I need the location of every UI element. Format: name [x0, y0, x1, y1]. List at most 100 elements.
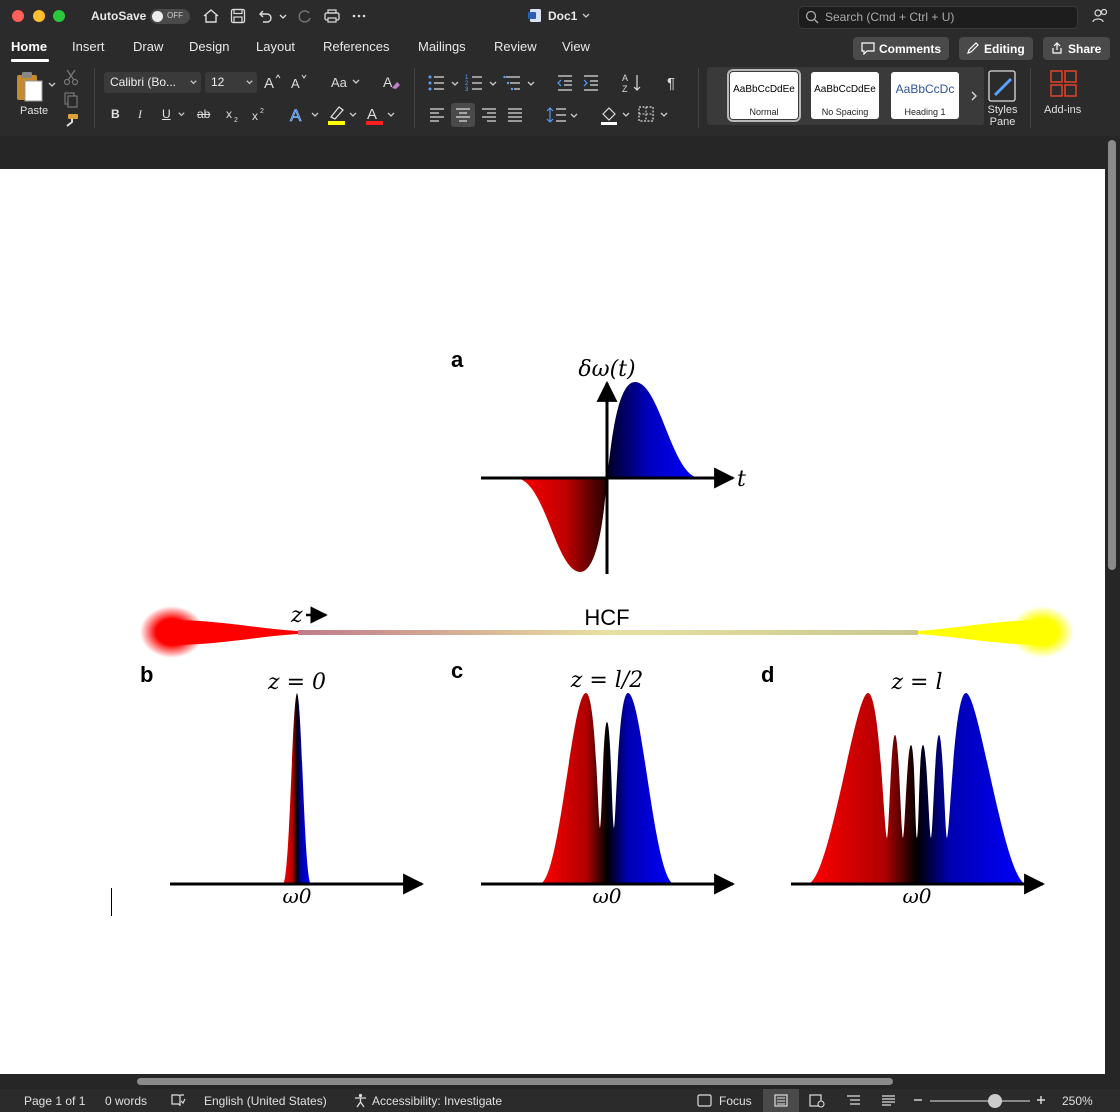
web-layout-icon[interactable] — [809, 1094, 825, 1108]
zoom-slider[interactable] — [930, 1094, 1030, 1108]
panel-d-title: z = l — [890, 670, 942, 695]
minimize-window-button[interactable] — [33, 10, 45, 22]
sort-icon[interactable]: AZ — [622, 72, 644, 94]
print-layout-view-button[interactable] — [763, 1089, 799, 1112]
align-center-button[interactable] — [451, 103, 475, 127]
vertical-scrollbar[interactable] — [1105, 137, 1120, 1074]
paste-icon[interactable] — [14, 69, 46, 103]
accessibility-status[interactable]: Accessibility: Investigate — [372, 1094, 502, 1108]
close-window-button[interactable] — [12, 10, 24, 22]
undo-icon[interactable] — [256, 7, 274, 25]
align-left-icon[interactable] — [428, 106, 446, 124]
focus-icon[interactable] — [697, 1094, 712, 1107]
tab-references[interactable]: References — [323, 39, 389, 54]
t-axis-label: t — [737, 467, 746, 492]
shading-icon[interactable] — [599, 104, 633, 126]
document-page[interactable]: a δω(t) t HCF z b z = 0 ω0 c z = l/2 ω0 … — [0, 169, 1105, 1074]
red-input-taper — [170, 620, 298, 645]
chevron-right-icon[interactable] — [969, 89, 979, 103]
scroll-thumb[interactable] — [1108, 140, 1116, 570]
copy-icon[interactable] — [63, 91, 79, 109]
home-icon[interactable] — [202, 7, 220, 25]
tab-home[interactable]: Home — [11, 39, 47, 54]
outline-view-icon[interactable] — [846, 1094, 861, 1107]
increase-indent-icon[interactable] — [582, 73, 600, 93]
paste-label[interactable]: Paste — [20, 105, 48, 117]
accessibility-icon[interactable] — [353, 1093, 368, 1108]
bullets-icon[interactable] — [427, 73, 461, 93]
line-spacing-icon[interactable] — [546, 105, 580, 125]
autosave-toggle[interactable]: OFF — [150, 9, 190, 24]
tab-insert[interactable]: Insert — [72, 39, 105, 54]
tab-draw[interactable]: Draw — [133, 39, 163, 54]
zoom-out-icon[interactable] — [913, 1095, 923, 1105]
cut-icon[interactable] — [63, 68, 79, 86]
multilevel-list-icon[interactable] — [503, 73, 537, 93]
style-normal[interactable]: AaBbCcDdEe Normal — [727, 69, 801, 122]
page-count[interactable]: Page 1 of 1 — [24, 1094, 85, 1108]
underline-button[interactable]: U — [162, 107, 171, 121]
add-ins-label[interactable]: Add-ins — [1044, 104, 1081, 116]
tab-mailings[interactable]: Mailings — [418, 39, 466, 54]
language[interactable]: English (United States) — [204, 1094, 327, 1108]
focus-mode[interactable]: Focus — [719, 1094, 752, 1108]
redo-icon[interactable] — [296, 7, 314, 25]
save-icon[interactable] — [229, 7, 247, 25]
word-count[interactable]: 0 words — [105, 1094, 147, 1108]
draft-view-icon[interactable] — [881, 1094, 896, 1107]
font-color-icon[interactable]: A — [365, 104, 399, 126]
styles-pane-label[interactable]: Styles Pane — [985, 104, 1020, 128]
tab-view[interactable]: View — [562, 39, 590, 54]
align-right-icon[interactable] — [480, 106, 498, 124]
borders-icon[interactable] — [637, 104, 671, 126]
tab-review[interactable]: Review — [494, 39, 537, 54]
decrease-indent-icon[interactable] — [556, 73, 574, 93]
title-bar: AutoSave OFF Doc1 Search (Cmd + Ctrl + U… — [0, 0, 1120, 32]
chevron-down-icon[interactable] — [581, 7, 591, 25]
chevron-down-icon[interactable] — [47, 80, 57, 90]
yellow-output-taper — [917, 620, 1045, 645]
chevron-down-icon[interactable] — [177, 110, 186, 119]
subscript-icon[interactable]: x2 — [225, 106, 241, 124]
pilcrow-icon[interactable]: ¶ — [666, 73, 682, 93]
highlight-color-icon[interactable] — [326, 104, 360, 126]
style-heading-1[interactable]: AaBbCcDc Heading 1 — [891, 72, 959, 119]
tab-layout[interactable]: Layout — [256, 39, 295, 54]
italic-button[interactable]: I — [138, 107, 142, 122]
format-painter-icon[interactable] — [63, 112, 79, 130]
editing-button[interactable]: Editing — [959, 37, 1033, 60]
grow-font-icon[interactable]: A — [263, 73, 283, 91]
superscript-icon[interactable]: x2 — [251, 106, 267, 124]
pencil-icon — [967, 42, 979, 54]
strikethrough-button[interactable]: ab — [197, 107, 210, 121]
horizontal-scrollbar[interactable] — [0, 1074, 1105, 1088]
comments-button[interactable]: Comments — [853, 37, 949, 60]
justify-icon[interactable] — [506, 106, 524, 124]
add-ins-icon[interactable] — [1049, 69, 1079, 99]
share-people-icon[interactable] — [1091, 7, 1109, 25]
tab-design[interactable]: Design — [189, 39, 229, 54]
style-name: Heading 1 — [904, 107, 946, 117]
search-box[interactable]: Search (Cmd + Ctrl + U) — [798, 6, 1078, 29]
style-no-spacing[interactable]: AaBbCcDdEe No Spacing — [811, 72, 879, 119]
chevron-down-icon[interactable] — [278, 7, 288, 25]
zoom-in-icon[interactable] — [1036, 1095, 1046, 1105]
font-size-select[interactable]: 12 — [205, 72, 257, 93]
more-icon[interactable] — [350, 7, 368, 25]
zoom-window-button[interactable] — [53, 10, 65, 22]
bold-button[interactable]: B — [111, 107, 120, 121]
document-title[interactable]: Doc1 — [548, 9, 577, 23]
print-icon[interactable] — [323, 7, 341, 25]
shrink-font-icon[interactable]: A — [290, 73, 310, 91]
font-name-select[interactable]: Calibri (Bo... — [104, 72, 201, 93]
zoom-slider-thumb[interactable] — [988, 1094, 1002, 1108]
zoom-level[interactable]: 250% — [1062, 1094, 1093, 1108]
text-effects-icon[interactable]: A — [289, 105, 323, 125]
scroll-thumb[interactable] — [137, 1078, 893, 1085]
share-button[interactable]: Share — [1043, 37, 1110, 60]
clear-formatting-icon[interactable]: A — [382, 73, 402, 91]
styles-pane-icon[interactable] — [987, 69, 1019, 103]
change-case-icon[interactable]: Aa — [330, 73, 362, 91]
proofing-icon[interactable] — [170, 1093, 186, 1108]
numbering-icon[interactable]: 123 — [465, 73, 499, 93]
